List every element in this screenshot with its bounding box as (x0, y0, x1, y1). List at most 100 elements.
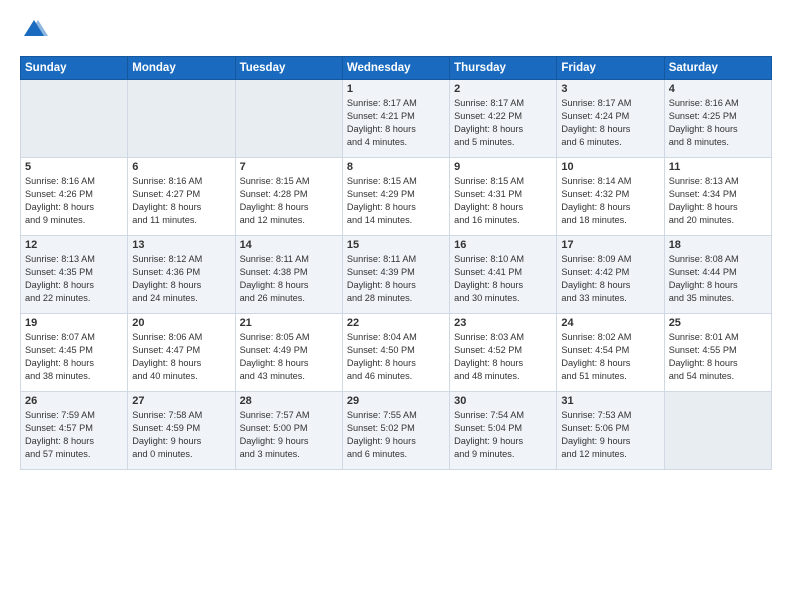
day-cell: 21 Sunrise: 8:05 AM Sunset: 4:49 PM Dayli… (235, 314, 342, 392)
day-cell: 7 Sunrise: 8:15 AM Sunset: 4:28 PM Daylig… (235, 158, 342, 236)
day-cell: 20 Sunrise: 8:06 AM Sunset: 4:47 PM Dayli… (128, 314, 235, 392)
day-number: 2 (454, 83, 552, 95)
day-number: 24 (561, 317, 659, 329)
day-info: Sunrise: 8:17 AM Sunset: 4:24 PM Dayligh… (561, 97, 659, 149)
day-info: Sunrise: 8:10 AM Sunset: 4:41 PM Dayligh… (454, 253, 552, 305)
day-number: 25 (669, 317, 767, 329)
day-number: 13 (132, 239, 230, 251)
day-number: 1 (347, 83, 445, 95)
day-cell (128, 80, 235, 158)
day-info: Sunrise: 8:16 AM Sunset: 4:25 PM Dayligh… (669, 97, 767, 149)
day-cell: 18 Sunrise: 8:08 AM Sunset: 4:44 PM Dayli… (664, 236, 771, 314)
day-cell: 9 Sunrise: 8:15 AM Sunset: 4:31 PM Daylig… (450, 158, 557, 236)
day-info: Sunrise: 8:11 AM Sunset: 4:38 PM Dayligh… (240, 253, 338, 305)
day-info: Sunrise: 8:16 AM Sunset: 4:26 PM Dayligh… (25, 175, 123, 227)
day-cell: 15 Sunrise: 8:11 AM Sunset: 4:39 PM Dayli… (342, 236, 449, 314)
day-info: Sunrise: 8:04 AM Sunset: 4:50 PM Dayligh… (347, 331, 445, 383)
day-info: Sunrise: 8:08 AM Sunset: 4:44 PM Dayligh… (669, 253, 767, 305)
day-number: 5 (25, 161, 123, 173)
day-info: Sunrise: 8:12 AM Sunset: 4:36 PM Dayligh… (132, 253, 230, 305)
week-row-4: 19 Sunrise: 8:07 AM Sunset: 4:45 PM Dayli… (21, 314, 772, 392)
day-info: Sunrise: 8:15 AM Sunset: 4:29 PM Dayligh… (347, 175, 445, 227)
day-number: 7 (240, 161, 338, 173)
day-number: 4 (669, 83, 767, 95)
day-cell: 1 Sunrise: 8:17 AM Sunset: 4:21 PM Daylig… (342, 80, 449, 158)
day-cell: 12 Sunrise: 8:13 AM Sunset: 4:35 PM Dayli… (21, 236, 128, 314)
day-info: Sunrise: 8:05 AM Sunset: 4:49 PM Dayligh… (240, 331, 338, 383)
day-number: 21 (240, 317, 338, 329)
day-cell: 10Sunrise: 8:14 AM Sunset: 4:32 PM Dayli… (557, 158, 664, 236)
day-info: Sunrise: 8:17 AM Sunset: 4:21 PM Dayligh… (347, 97, 445, 149)
day-cell: 26Sunrise: 7:59 AM Sunset: 4:57 PM Dayli… (21, 392, 128, 470)
day-info: Sunrise: 7:54 AM Sunset: 5:04 PM Dayligh… (454, 409, 552, 461)
day-cell: 22 Sunrise: 8:04 AM Sunset: 4:50 PM Dayli… (342, 314, 449, 392)
weekday-header-row: Sunday Monday Tuesday Wednesday Thursday… (21, 57, 772, 80)
day-cell: 16 Sunrise: 8:10 AM Sunset: 4:41 PM Dayli… (450, 236, 557, 314)
day-number: 22 (347, 317, 445, 329)
day-cell: 2 Sunrise: 8:17 AM Sunset: 4:22 PM Daylig… (450, 80, 557, 158)
day-info: Sunrise: 8:15 AM Sunset: 4:28 PM Dayligh… (240, 175, 338, 227)
calendar: Sunday Monday Tuesday Wednesday Thursday… (20, 56, 772, 470)
day-number: 29 (347, 395, 445, 407)
day-info: Sunrise: 8:13 AM Sunset: 4:34 PM Dayligh… (669, 175, 767, 227)
col-thursday: Thursday (450, 57, 557, 80)
day-cell: 11 Sunrise: 8:13 AM Sunset: 4:34 PM Dayli… (664, 158, 771, 236)
day-number: 3 (561, 83, 659, 95)
day-number: 15 (347, 239, 445, 251)
day-info: Sunrise: 7:55 AM Sunset: 5:02 PM Dayligh… (347, 409, 445, 461)
day-info: Sunrise: 8:15 AM Sunset: 4:31 PM Dayligh… (454, 175, 552, 227)
day-number: 30 (454, 395, 552, 407)
day-cell: 13 Sunrise: 8:12 AM Sunset: 4:36 PM Dayli… (128, 236, 235, 314)
day-cell: 5 Sunrise: 8:16 AM Sunset: 4:26 PM Daylig… (21, 158, 128, 236)
day-number: 16 (454, 239, 552, 251)
day-number: 9 (454, 161, 552, 173)
day-cell: 14 Sunrise: 8:11 AM Sunset: 4:38 PM Dayli… (235, 236, 342, 314)
header (20, 16, 772, 44)
day-number: 12 (25, 239, 123, 251)
day-info: Sunrise: 8:13 AM Sunset: 4:35 PM Dayligh… (25, 253, 123, 305)
day-number: 20 (132, 317, 230, 329)
day-number: 19 (25, 317, 123, 329)
day-cell: 30 Sunrise: 7:54 AM Sunset: 5:04 PM Dayli… (450, 392, 557, 470)
col-friday: Friday (557, 57, 664, 80)
page: Sunday Monday Tuesday Wednesday Thursday… (0, 0, 792, 612)
col-monday: Monday (128, 57, 235, 80)
day-cell (664, 392, 771, 470)
day-info: Sunrise: 8:01 AM Sunset: 4:55 PM Dayligh… (669, 331, 767, 383)
day-info: Sunrise: 8:16 AM Sunset: 4:27 PM Dayligh… (132, 175, 230, 227)
day-number: 26 (25, 395, 123, 407)
col-tuesday: Tuesday (235, 57, 342, 80)
day-number: 31 (561, 395, 659, 407)
day-info: Sunrise: 7:53 AM Sunset: 5:06 PM Dayligh… (561, 409, 659, 461)
day-number: 17 (561, 239, 659, 251)
logo (20, 16, 52, 44)
day-number: 18 (669, 239, 767, 251)
day-cell: 31 Sunrise: 7:53 AM Sunset: 5:06 PM Dayli… (557, 392, 664, 470)
week-row-1: 1 Sunrise: 8:17 AM Sunset: 4:21 PM Daylig… (21, 80, 772, 158)
day-cell: 17Sunrise: 8:09 AM Sunset: 4:42 PM Dayli… (557, 236, 664, 314)
logo-icon (20, 16, 48, 44)
day-info: Sunrise: 8:17 AM Sunset: 4:22 PM Dayligh… (454, 97, 552, 149)
day-info: Sunrise: 8:11 AM Sunset: 4:39 PM Dayligh… (347, 253, 445, 305)
day-info: Sunrise: 8:03 AM Sunset: 4:52 PM Dayligh… (454, 331, 552, 383)
day-number: 14 (240, 239, 338, 251)
day-info: Sunrise: 8:07 AM Sunset: 4:45 PM Dayligh… (25, 331, 123, 383)
day-cell: 23 Sunrise: 8:03 AM Sunset: 4:52 PM Dayli… (450, 314, 557, 392)
day-cell: 3 Sunrise: 8:17 AM Sunset: 4:24 PM Daylig… (557, 80, 664, 158)
week-row-2: 5 Sunrise: 8:16 AM Sunset: 4:26 PM Daylig… (21, 158, 772, 236)
day-cell (235, 80, 342, 158)
day-info: Sunrise: 8:14 AM Sunset: 4:32 PM Dayligh… (561, 175, 659, 227)
day-info: Sunrise: 8:06 AM Sunset: 4:47 PM Dayligh… (132, 331, 230, 383)
day-cell (21, 80, 128, 158)
day-info: Sunrise: 7:57 AM Sunset: 5:00 PM Dayligh… (240, 409, 338, 461)
day-info: Sunrise: 8:02 AM Sunset: 4:54 PM Dayligh… (561, 331, 659, 383)
day-cell: 6Sunrise: 8:16 AM Sunset: 4:27 PM Daylig… (128, 158, 235, 236)
col-saturday: Saturday (664, 57, 771, 80)
day-cell: 25 Sunrise: 8:01 AM Sunset: 4:55 PM Dayli… (664, 314, 771, 392)
day-number: 11 (669, 161, 767, 173)
day-number: 23 (454, 317, 552, 329)
day-info: Sunrise: 7:58 AM Sunset: 4:59 PM Dayligh… (132, 409, 230, 461)
day-cell: 4 Sunrise: 8:16 AM Sunset: 4:25 PM Daylig… (664, 80, 771, 158)
day-cell: 19 Sunrise: 8:07 AM Sunset: 4:45 PM Dayli… (21, 314, 128, 392)
col-wednesday: Wednesday (342, 57, 449, 80)
